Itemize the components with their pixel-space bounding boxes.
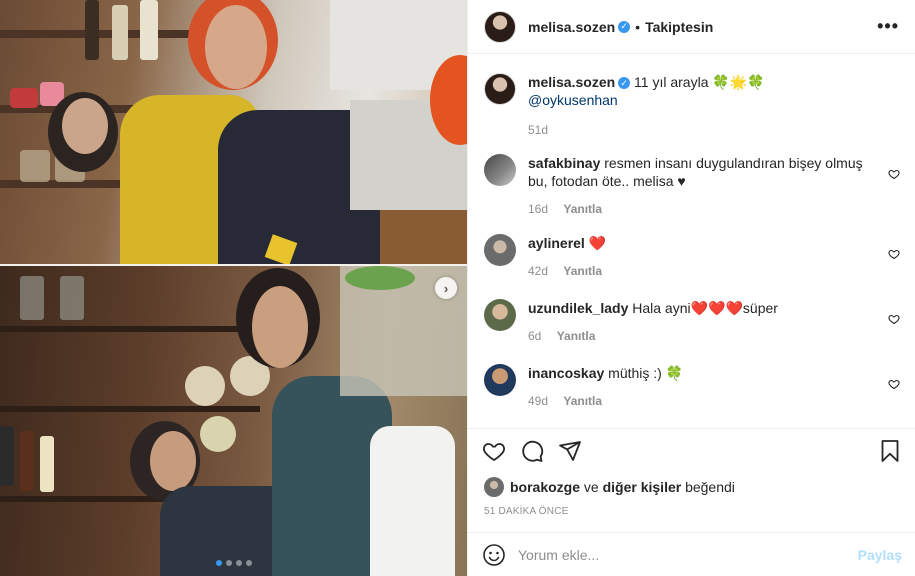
heart-icon[interactable] [888, 378, 900, 390]
comment-username[interactable]: safakbinay [528, 155, 600, 171]
reply-button[interactable]: Yanıtla [563, 394, 602, 408]
avatar[interactable] [484, 364, 516, 396]
photo-top-image [0, 0, 467, 266]
more-options-icon[interactable]: ••• [877, 16, 899, 37]
avatar[interactable] [484, 477, 504, 497]
avatar[interactable] [484, 299, 516, 331]
carousel-next-button[interactable]: › [435, 277, 457, 299]
reply-button[interactable]: Yanıtla [563, 264, 602, 278]
post-media[interactable]: › [0, 0, 467, 576]
likes-summary: borakozge ve diğer kişiler beğendi [484, 477, 735, 497]
carousel-dot [245, 560, 252, 566]
caption: melisa.sozen ✓ 11 yıl arayla 🍀🌟🍀 @oykusen… [484, 73, 904, 139]
caption-username[interactable]: melisa.sozen [528, 74, 615, 90]
comment-time[interactable]: 6d [528, 329, 541, 343]
chevron-right-icon: › [443, 280, 449, 296]
action-bar [468, 428, 915, 472]
list-item: inancoskay müthiş :) 🍀 49d Yanıtla [484, 364, 904, 410]
post-comment-button[interactable]: Paylaş [858, 547, 902, 563]
avatar[interactable] [484, 234, 516, 266]
carousel-dot [225, 560, 232, 566]
comment-time[interactable]: 16d [528, 202, 548, 216]
list-item: aylinerel ❤️ 42d Yanıtla [484, 234, 904, 280]
like-heart-icon[interactable] [482, 439, 506, 463]
comment-text: ❤️ [588, 235, 607, 251]
comment-text: Hala ayni❤️❤️❤️süper [632, 300, 778, 316]
reply-button[interactable]: Yanıtla [563, 202, 602, 216]
caption-time[interactable]: 51d [528, 123, 548, 137]
comment-time[interactable]: 42d [528, 264, 548, 278]
heart-icon[interactable] [888, 313, 900, 325]
comment-input[interactable] [518, 546, 858, 563]
share-plane-icon[interactable] [558, 439, 582, 463]
comment-username[interactable]: inancoskay [528, 365, 604, 381]
comment-username[interactable]: uzundilek_lady [528, 300, 628, 316]
list-item: safakbinay resmen insanı duygulandıran b… [484, 154, 904, 218]
liker-username[interactable]: borakozge [510, 479, 580, 495]
add-comment-bar: Paylaş [468, 532, 915, 576]
likes-suffix: beğendi [685, 479, 735, 495]
carousel-dot [235, 560, 242, 566]
carousel-dot-active [215, 560, 222, 566]
emoji-icon[interactable] [482, 543, 506, 567]
comment-time[interactable]: 49d [528, 394, 548, 408]
post-dialog: › melisa.sozen ✓ • Takiptesin ••• melisa… [0, 0, 915, 576]
list-item: uzundilek_lady Hala ayni❤️❤️❤️süper 6d Y… [484, 299, 904, 345]
heart-icon[interactable] [888, 168, 900, 180]
avatar[interactable] [484, 10, 516, 43]
header-separator: • [635, 18, 641, 35]
post-timestamp[interactable]: 51 DAKİKA ÖNCE [484, 506, 569, 517]
caption-mention[interactable]: @oykusenhan [528, 92, 618, 108]
post-details: melisa.sozen ✓ • Takiptesin ••• melisa.s… [467, 0, 915, 576]
comments-list[interactable]: melisa.sozen ✓ 11 yıl arayla 🍀🌟🍀 @oykusen… [468, 55, 915, 427]
comment-text: müthiş :) 🍀 [608, 365, 684, 381]
caption-text: 11 yıl arayla 🍀🌟🍀 [634, 74, 765, 90]
follow-status-button[interactable]: Takiptesin [645, 19, 713, 35]
other-likers-link[interactable]: diğer kişiler [603, 479, 682, 495]
bookmark-icon[interactable] [878, 439, 902, 463]
header-username[interactable]: melisa.sozen [528, 19, 615, 35]
avatar[interactable] [484, 154, 516, 186]
reply-button[interactable]: Yanıtla [557, 329, 596, 343]
carousel-indicator [0, 560, 467, 566]
verified-badge-icon: ✓ [618, 77, 631, 90]
verified-badge-icon: ✓ [618, 20, 631, 33]
post-header: melisa.sozen ✓ • Takiptesin ••• [468, 0, 915, 54]
likes-connector: ve [583, 479, 599, 495]
heart-icon[interactable] [888, 248, 900, 260]
comment-username[interactable]: aylinerel [528, 235, 585, 251]
photo-bottom-image [0, 266, 467, 576]
avatar[interactable] [484, 73, 516, 105]
comment-bubble-icon[interactable] [520, 439, 544, 463]
